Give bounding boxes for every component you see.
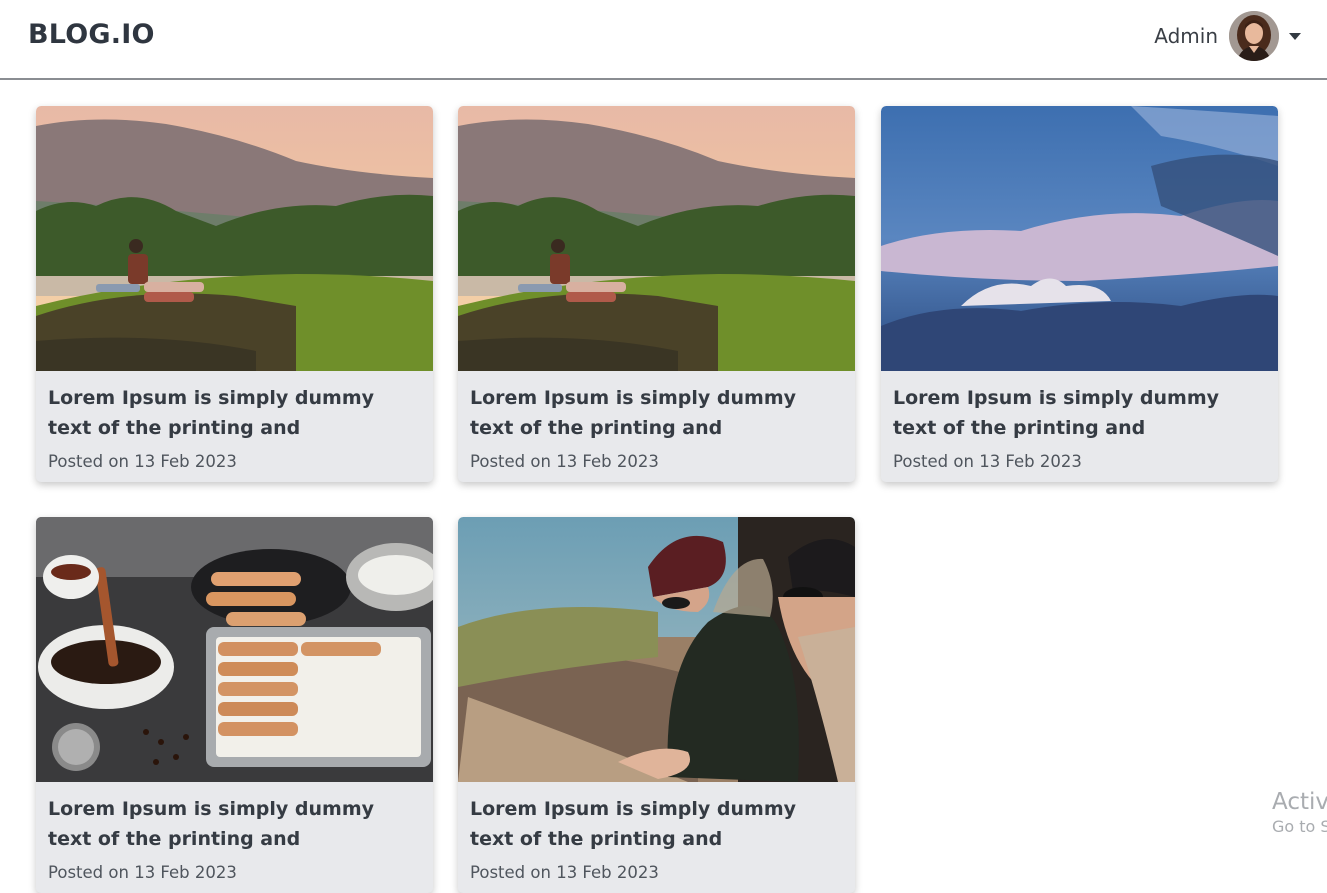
post-title[interactable]: Lorem Ipsum is simply dummy text of the … [470,794,841,854]
post-title[interactable]: Lorem Ipsum is simply dummy text of the … [48,383,419,443]
post-date: Posted on 13 Feb 2023 [470,863,659,882]
post-title[interactable]: Lorem Ipsum is simply dummy text of the … [893,383,1264,443]
post-card[interactable]: Lorem Ipsum is simply dummy text of the … [458,106,855,482]
post-image[interactable] [458,106,855,371]
post-card[interactable]: Lorem Ipsum is simply dummy text of the … [881,106,1278,482]
user-menu[interactable]: Admin [1154,10,1301,62]
watermark-line-1: Activ [1272,789,1327,815]
avatar[interactable] [1229,11,1279,61]
post-date: Posted on 13 Feb 2023 [893,452,1082,471]
post-card[interactable]: Lorem Ipsum is simply dummy text of the … [36,517,433,893]
os-activation-watermark: Activ Go to S [1272,789,1327,836]
post-image[interactable] [36,517,433,782]
post-date: Posted on 13 Feb 2023 [48,863,237,882]
post-card[interactable]: Lorem Ipsum is simply dummy text of the … [36,106,433,482]
watermark-line-2: Go to S [1272,817,1327,836]
post-image[interactable] [458,517,855,782]
top-navbar: BLOG.IO Admin [0,0,1327,80]
post-title[interactable]: Lorem Ipsum is simply dummy text of the … [48,794,419,854]
post-title[interactable]: Lorem Ipsum is simply dummy text of the … [470,383,841,443]
post-date: Posted on 13 Feb 2023 [470,452,659,471]
post-image[interactable] [881,106,1278,371]
post-card[interactable]: Lorem Ipsum is simply dummy text of the … [458,517,855,893]
brand-logo[interactable]: BLOG.IO [28,19,155,50]
post-image[interactable] [36,106,433,371]
post-date: Posted on 13 Feb 2023 [48,452,237,471]
user-name[interactable]: Admin [1154,24,1218,48]
chevron-down-icon[interactable] [1289,32,1301,40]
